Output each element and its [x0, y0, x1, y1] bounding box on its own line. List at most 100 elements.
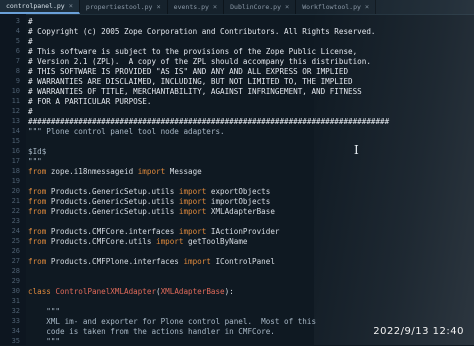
code-token: """: [28, 156, 42, 166]
code-token: #: [28, 106, 33, 116]
line-number: 5: [15, 37, 20, 45]
code-token: IActionProvider: [210, 226, 280, 236]
code-line: 5 #: [0, 36, 33, 46]
code-line: 26: [0, 246, 28, 256]
code-text: """: [28, 157, 42, 166]
code-token: # Copyright (c) 2005 Zope Corporation an…: [28, 26, 376, 36]
tab-4[interactable]: Workflowtool.py ×: [296, 0, 377, 14]
code-line: 29: [0, 276, 28, 286]
code-editor[interactable]: 3 #4 # Copyright (c) 2005 Zope Corporation…: [0, 16, 474, 346]
code-line: 28: [0, 266, 28, 276]
code-token: ########################################…: [28, 116, 390, 126]
code-text: """: [28, 337, 60, 346]
tab-3[interactable]: DublinCore.py ×: [224, 0, 297, 14]
code-text: from Products.GenericSetup.utils import …: [28, 197, 270, 206]
line-number: 33: [11, 317, 20, 325]
code-line: 4 # Copyright (c) 2005 Zope Corporation a…: [0, 26, 376, 36]
tab-label: propertiestool.py: [85, 3, 153, 11]
line-number: 9: [15, 77, 20, 85]
code-line: 22 from Products.GenericSetup.utils impor…: [0, 206, 275, 216]
code-token: # WARRANTIES OF TITLE, MERCHANTABILITY, …: [28, 86, 362, 96]
tab-0[interactable]: controlpanel.py ×: [0, 0, 80, 14]
line-number: 20: [11, 187, 20, 195]
code-token: #: [28, 36, 33, 46]
code-text: #: [28, 17, 33, 26]
code-text: # This software is subject to the provis…: [28, 47, 357, 56]
code-line: 18 from zope.i18nmessageid import Message: [0, 166, 202, 176]
tab-label: Workflowtool.py: [302, 3, 361, 11]
code-line: 11 # FOR A PARTICULAR PURPOSE.: [0, 96, 152, 106]
code-line: 7 # Version 2.1 (ZPL). A copy of the ZPL …: [0, 56, 371, 66]
code-token: code is taken from the actions handler i…: [28, 326, 275, 336]
code-line: 27 from Products.CMFPlone.interfaces impo…: [0, 256, 275, 266]
code-token: # FOR A PARTICULAR PURPOSE.: [28, 96, 152, 106]
line-number: 17: [11, 157, 20, 165]
code-token: import: [137, 166, 170, 176]
code-token: getToolByName: [188, 236, 248, 246]
code-token: Products.GenericSetup.utils: [50, 186, 179, 196]
code-line: 14 """ Plone control panel tool node adap…: [0, 126, 225, 136]
code-line: 34 code is taken from the actions handle…: [0, 326, 275, 336]
code-text: # Copyright (c) 2005 Zope Corporation an…: [28, 27, 375, 36]
code-token: """: [28, 306, 61, 316]
code-line: 9 # WARRANTIES ARE DISCLAIMED, INCLUDING,…: [0, 76, 353, 86]
code-line: 21 from Products.GenericSetup.utils impor…: [0, 196, 271, 206]
tab-label: controlpanel.py: [6, 2, 65, 10]
line-number: 28: [11, 267, 20, 275]
code-line: 31: [0, 296, 28, 306]
line-number: 23: [11, 217, 20, 225]
code-text: #: [28, 37, 33, 46]
line-number: 24: [11, 227, 20, 235]
code-text: class ControlPanelXMLAdapter(XMLAdapterB…: [28, 287, 234, 296]
code-token: import: [156, 236, 189, 246]
line-number: 7: [15, 57, 20, 65]
code-token: ):: [224, 286, 234, 296]
code-token: Products.GenericSetup.utils: [50, 196, 179, 206]
code-token: Products.CMFCore.interfaces: [50, 226, 179, 236]
line-number: 15: [11, 137, 20, 145]
code-token: """ Plone control panel tool node adapte…: [28, 126, 225, 136]
code-text: from Products.GenericSetup.utils import …: [28, 207, 275, 216]
code-line: 3 #: [0, 16, 33, 26]
line-number: 27: [11, 257, 20, 265]
code-token: zope.i18nmessageid: [50, 166, 138, 176]
line-number: 13: [11, 117, 20, 125]
code-text: # THIS SOFTWARE IS PROVIDED "AS IS" AND …: [28, 67, 348, 76]
code-text: #: [28, 107, 33, 116]
line-number: 34: [11, 327, 20, 335]
code-text: from Products.CMFPlone.interfaces import…: [28, 257, 275, 266]
code-text: from Products.GenericSetup.utils import …: [28, 187, 270, 196]
code-text: ########################################…: [28, 117, 389, 126]
code-line: 20 from Products.GenericSetup.utils impor…: [0, 186, 271, 196]
line-number: 10: [11, 87, 20, 95]
code-text: from Products.CMFCore.interfaces import …: [28, 227, 279, 236]
code-token: #: [28, 16, 33, 26]
code-token: import: [178, 196, 211, 206]
close-tab-icon[interactable]: ×: [365, 3, 369, 11]
code-token: # This software is subject to the provis…: [28, 46, 358, 56]
code-token: ControlPanelXMLAdapter: [55, 286, 157, 296]
code-line: 16 $Id$: [0, 146, 47, 156]
line-number: 8: [15, 67, 20, 75]
code-token: from: [28, 226, 51, 236]
close-tab-icon[interactable]: ×: [69, 2, 73, 10]
line-number: 3: [15, 17, 20, 25]
close-tab-icon[interactable]: ×: [285, 3, 289, 11]
tab-1[interactable]: propertiestool.py ×: [80, 0, 168, 14]
code-text: $Id$: [28, 147, 46, 156]
code-token: Products.CMFPlone.interfaces: [50, 256, 184, 266]
tab-2[interactable]: events.py ×: [168, 0, 225, 14]
code-token: from: [28, 236, 51, 246]
text-cursor-icon: I: [354, 143, 359, 157]
code-text: code is taken from the actions handler i…: [28, 327, 275, 336]
line-number: 4: [15, 27, 20, 35]
code-token: from: [28, 186, 51, 196]
close-tab-icon[interactable]: ×: [213, 3, 217, 11]
line-number: 19: [11, 177, 20, 185]
code-token: # THIS SOFTWARE IS PROVIDED "AS IS" AND …: [28, 66, 349, 76]
code-token: import: [178, 186, 211, 196]
close-tab-icon[interactable]: ×: [156, 3, 160, 11]
code-text: # WARRANTIES OF TITLE, MERCHANTABILITY, …: [28, 87, 362, 96]
code-token: # WARRANTIES ARE DISCLAIMED, INCLUDING, …: [28, 76, 353, 86]
code-line: 15: [0, 136, 28, 146]
